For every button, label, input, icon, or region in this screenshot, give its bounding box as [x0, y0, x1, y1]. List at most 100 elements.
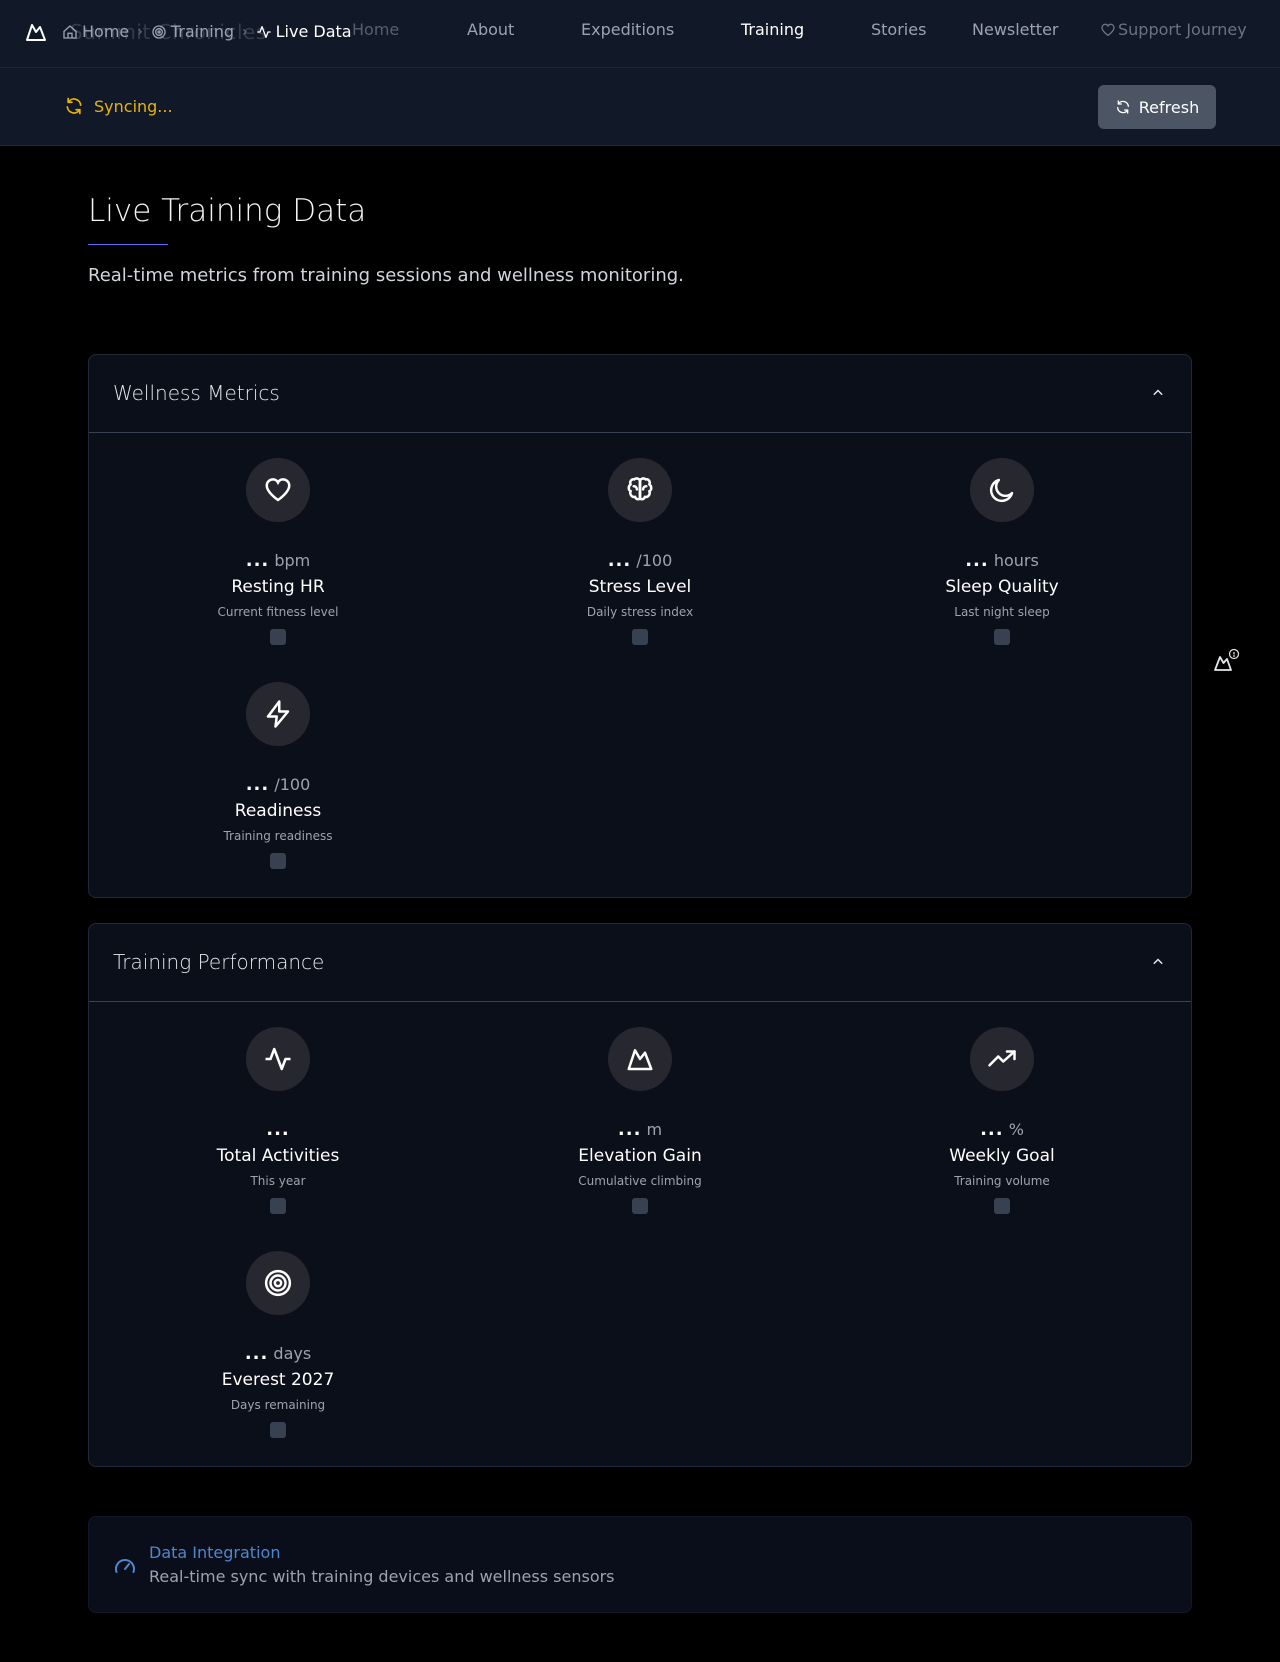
activity-icon [256, 25, 271, 38]
metric-total-activities: ... Total Activities This year [178, 1027, 378, 1214]
metric-icon-wrap [246, 458, 310, 522]
integration-description: Real-time sync with training devices and… [149, 1567, 615, 1586]
metric-resting-hr: ... bpm Resting HR Current fitness level [178, 458, 378, 645]
nav-training[interactable]: Training [741, 20, 804, 39]
metric-value: ... % [902, 1119, 1102, 1140]
integration-title: Data Integration [149, 1543, 281, 1562]
zap-icon [266, 700, 290, 728]
refresh-label: Refresh [1138, 97, 1200, 117]
target-icon [152, 24, 166, 39]
nav-home[interactable]: Home [352, 20, 399, 39]
metric-indicator [270, 629, 286, 645]
breadcrumb: Home › Training › Live Data [62, 22, 352, 41]
nav-about[interactable]: About [467, 20, 514, 39]
metric-label: Elevation Gain [578, 1146, 702, 1166]
value: ... [245, 550, 270, 571]
metric-description: Training volume [954, 1174, 1050, 1188]
mountain-icon [627, 1049, 653, 1071]
metric-value: ... [178, 1119, 378, 1140]
sync-status: Syncing... [64, 96, 173, 116]
trending-up-icon [988, 1050, 1016, 1067]
value: ... [980, 1119, 1004, 1140]
unit: bpm [274, 551, 311, 570]
metric-label: Sleep Quality [945, 577, 1059, 597]
sync-status-text: Syncing... [94, 96, 173, 116]
breadcrumb-separator: › [137, 23, 143, 40]
nav-stories[interactable]: Stories [871, 20, 926, 39]
metric-stress-level: ... /100 Stress Level Daily stress index [540, 458, 740, 645]
metric-indicator [270, 853, 286, 869]
nav-expeditions[interactable]: Expeditions [581, 20, 674, 39]
brain-icon [627, 477, 653, 501]
metric-value: ... /100 [178, 774, 378, 795]
metric-description: Last night sleep [954, 605, 1050, 619]
unit: % [1008, 1120, 1024, 1139]
metric-sleep-quality: ... hours Sleep Quality Last night sleep [902, 458, 1102, 645]
metric-indicator [270, 1422, 286, 1438]
metric-readiness: ... /100 Readiness Training readiness [178, 682, 378, 869]
metric-value: ... m [540, 1119, 740, 1140]
metric-elevation-gain: ... m Elevation Gain Cumulative climbing [540, 1027, 740, 1214]
chevron-up-icon[interactable] [1149, 383, 1167, 401]
metric-value: ... /100 [540, 550, 740, 571]
metric-description: Cumulative climbing [578, 1174, 702, 1188]
mountain-badge-icon[interactable] [1212, 647, 1240, 675]
metric-indicator [270, 1198, 286, 1214]
mountain-logo-icon[interactable] [24, 20, 48, 44]
metric-description: Training readiness [223, 829, 333, 843]
value: ... [617, 1119, 642, 1140]
metric-label: Weekly Goal [949, 1146, 1055, 1166]
value: ... [245, 774, 270, 795]
top-navigation: Summit Chronicles Home › Training › Live… [0, 0, 1280, 68]
unit: hours [993, 551, 1039, 570]
support-journey-link[interactable]: Support Journey [1100, 20, 1247, 39]
value: ... [607, 550, 632, 571]
metric-label: Total Activities [216, 1146, 340, 1166]
unit: days [273, 1344, 312, 1363]
breadcrumb-training[interactable]: Training [151, 22, 234, 41]
activity-icon [265, 1047, 291, 1071]
breadcrumb-home[interactable]: Home [62, 22, 129, 41]
chevron-up-icon[interactable] [1149, 952, 1167, 970]
metric-icon-wrap [608, 458, 672, 522]
metric-description: Current fitness level [217, 605, 339, 619]
unit: /100 [274, 775, 311, 794]
metric-weekly-goal: ... % Weekly Goal Training volume [902, 1027, 1102, 1214]
moon-icon [989, 478, 1014, 503]
heart-icon [1101, 23, 1115, 36]
target-icon [264, 1269, 292, 1297]
training-performance-panel: Training Performance ... Total Activitie… [88, 923, 1192, 1467]
wellness-panel-header[interactable]: Wellness Metrics [89, 355, 1191, 433]
sync-bar: Syncing... Refresh [0, 68, 1280, 146]
panel-title: Wellness Metrics [113, 381, 280, 405]
gauge-icon [115, 1559, 135, 1573]
metric-label: Stress Level [588, 577, 692, 597]
page-title: Live Training Data [88, 193, 367, 229]
title-underline [88, 244, 168, 245]
metric-icon-wrap [970, 1027, 1034, 1091]
breadcrumb-label: Training [170, 22, 234, 41]
breadcrumb-label: Home [82, 22, 130, 41]
metric-indicator [632, 629, 648, 645]
home-icon [63, 24, 77, 39]
refresh-button[interactable]: Refresh [1098, 85, 1216, 129]
metric-label: Resting HR [231, 577, 325, 597]
metric-icon-wrap [608, 1027, 672, 1091]
metric-value: ... bpm [178, 550, 378, 571]
metric-indicator [632, 1198, 648, 1214]
data-integration-card: Data Integration Real-time sync with tra… [88, 1516, 1192, 1613]
wellness-metrics-panel: Wellness Metrics ... bpm Resting HR Curr… [88, 354, 1192, 898]
value: ... [965, 550, 989, 571]
metric-value: ... days [178, 1343, 378, 1364]
panel-title: Training Performance [113, 950, 325, 974]
metric-description: Daily stress index [586, 605, 694, 619]
breadcrumb-label: Live Data [275, 22, 352, 41]
unit: m [646, 1120, 663, 1139]
heart-icon [265, 478, 291, 502]
nav-newsletter[interactable]: Newsletter [972, 20, 1059, 39]
value: ... [244, 1343, 269, 1364]
metric-indicator [994, 629, 1010, 645]
metric-icon-wrap [246, 1027, 310, 1091]
performance-panel-header[interactable]: Training Performance [89, 924, 1191, 1002]
metric-description: This year [250, 1174, 306, 1188]
